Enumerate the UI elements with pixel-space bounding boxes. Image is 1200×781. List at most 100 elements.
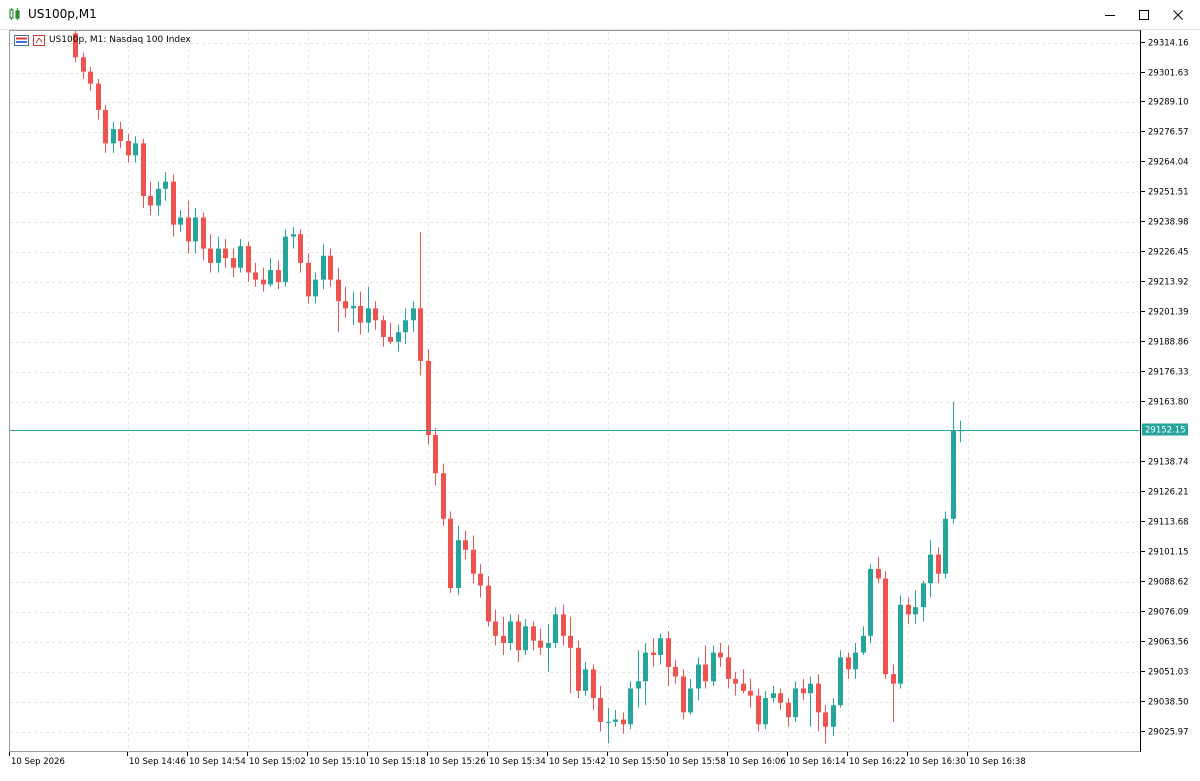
candle-body (238, 246, 243, 268)
candle-body (208, 248, 213, 263)
candle-body (621, 719, 626, 725)
candle-body (576, 647, 581, 691)
candle-body (741, 683, 746, 691)
candle-body (726, 657, 731, 679)
candle (81, 52, 86, 79)
candle (156, 181, 161, 216)
candle-body (193, 217, 198, 242)
window-title: US100p,M1 (28, 7, 97, 21)
candle (598, 686, 603, 732)
candle-body (531, 626, 536, 641)
candle (763, 690, 768, 730)
candle-body (898, 604, 903, 684)
candle-body (366, 308, 371, 323)
minimize-button[interactable] (1092, 0, 1128, 29)
close-button[interactable] (1160, 0, 1196, 29)
candle (501, 616, 506, 655)
candle (441, 463, 446, 526)
candle (418, 231, 423, 376)
candle-body (943, 518, 948, 574)
candle (126, 133, 131, 163)
candle-body (868, 568, 873, 636)
candle-body (223, 248, 228, 259)
candle-body (816, 683, 821, 713)
price-tick-label: 29126.21 (1148, 488, 1189, 498)
candle (688, 678, 693, 715)
candle (868, 564, 873, 644)
candle-body (268, 270, 273, 285)
price-tick-label: 29289.10 (1148, 98, 1189, 108)
candle-body (538, 640, 543, 648)
candle (748, 678, 753, 708)
candle (673, 659, 678, 684)
candle-body (133, 143, 138, 156)
candle-body (793, 688, 798, 718)
candle (756, 688, 761, 732)
candle-body (846, 657, 851, 670)
price-tick-label: 29264.04 (1148, 158, 1189, 168)
candlestick-chart[interactable] (10, 26, 1141, 753)
candle-body (883, 578, 888, 675)
candle-body (231, 258, 236, 268)
time-tick-label: 10 Sep 15:18 (369, 757, 426, 767)
price-scale[interactable]: 29314.16 29301.63 29289.10 29276.57 29264.04… (1140, 30, 1192, 752)
candle (553, 607, 558, 648)
price-tick-label: 29113.68 (1148, 518, 1189, 528)
candle (816, 674, 821, 732)
candle-body (441, 473, 446, 519)
candle (463, 530, 468, 560)
candle-body (733, 678, 738, 684)
time-tick-label: 10 Sep 15:10 (309, 757, 366, 767)
chart-plot-area[interactable] (9, 26, 1141, 753)
candle (261, 267, 266, 292)
candle (808, 676, 813, 727)
candle (846, 652, 851, 679)
candle (321, 243, 326, 290)
candle (343, 286, 348, 318)
candle-body (321, 255, 326, 280)
candle (306, 253, 311, 304)
candle (666, 631, 671, 687)
candle-body (718, 652, 723, 658)
candle-body (778, 693, 783, 703)
candle-body (688, 688, 693, 713)
candle-body (913, 607, 918, 615)
candle (253, 262, 258, 287)
candle-body (336, 279, 341, 302)
candle (703, 645, 708, 689)
candle-body (936, 554, 941, 574)
candle-body (771, 693, 776, 699)
time-axis[interactable]: 10 Sep 2026 10 Sep 14:46 10 Sep 14:54 10 Se… (9, 752, 1140, 772)
price-tick-label: 29063.56 (1148, 638, 1189, 648)
candle-body (426, 360, 431, 436)
candle (396, 325, 401, 352)
price-axis[interactable]: 29314.16 29301.63 29289.10 29276.57 29264.04… (1141, 30, 1193, 752)
candle (178, 210, 183, 232)
candle-body (463, 540, 468, 550)
trade-panel-icon[interactable] (14, 34, 29, 46)
candle (388, 322, 393, 345)
candle (771, 686, 776, 703)
candle (186, 200, 191, 254)
candle (546, 623, 551, 672)
candle-body (553, 614, 558, 644)
candle (351, 291, 356, 326)
candle-body (178, 217, 183, 225)
candle-body (763, 698, 768, 725)
candle-body (253, 272, 258, 280)
candle (861, 626, 866, 655)
time-scale[interactable]: 10 Sep 2026 10 Sep 14:46 10 Sep 14:54 10 Se… (9, 752, 1140, 772)
candle (628, 681, 633, 730)
candle (283, 229, 288, 287)
candle (456, 525, 461, 596)
chart-properties-icon[interactable] (33, 34, 45, 46)
candle (336, 267, 341, 333)
maximize-button[interactable] (1126, 0, 1162, 29)
candle-body (516, 621, 521, 651)
chart-symbol-description: US100p, M1: Nasdaq 100 Index (49, 35, 191, 45)
time-tick-label: 10 Sep 15:42 (549, 757, 606, 767)
time-tick-label: 10 Sep 16:22 (849, 757, 906, 767)
candle-body (298, 234, 303, 263)
time-tick-label: 10 Sep 15:02 (249, 757, 306, 767)
title-bar[interactable]: US100p,M1 (0, 0, 1200, 30)
